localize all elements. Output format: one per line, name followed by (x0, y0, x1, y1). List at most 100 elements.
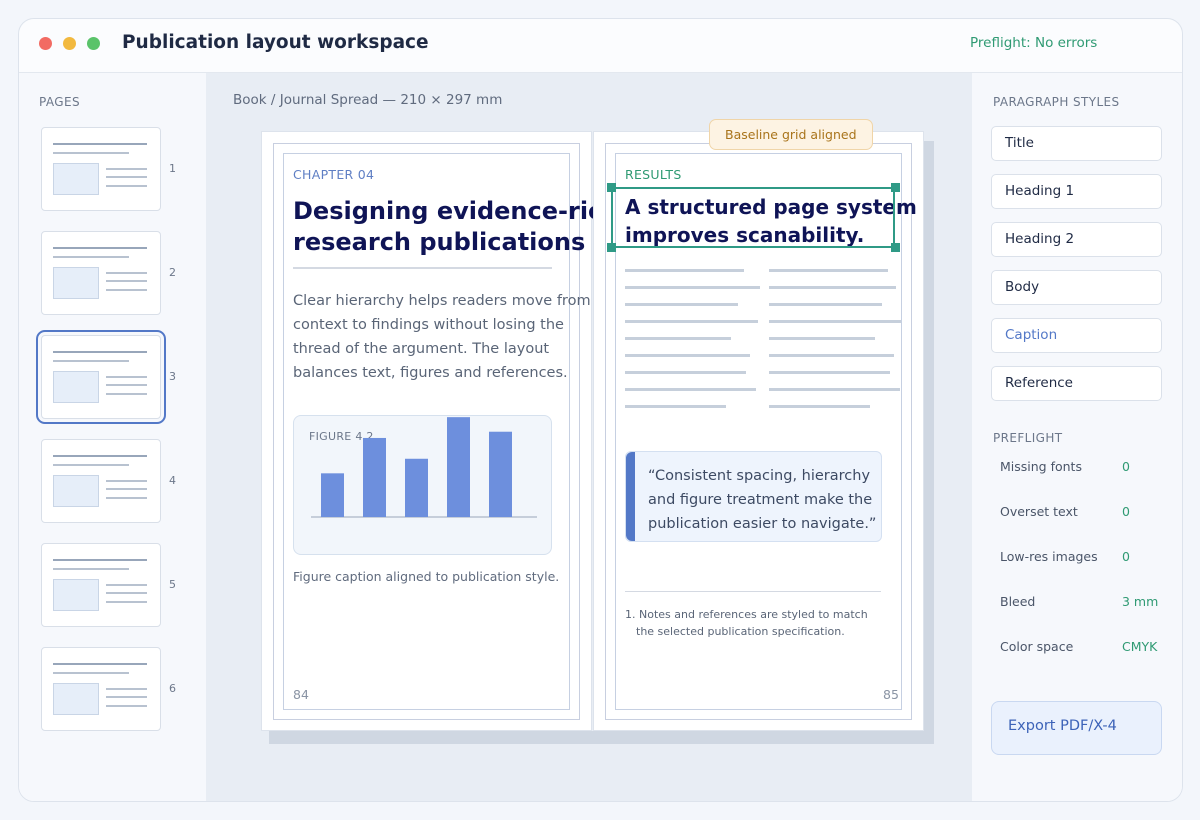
export-pdf-button[interactable]: Export PDF/X-4 (991, 701, 1162, 755)
title-bar: Publication layout workspace Preflight: … (19, 19, 1182, 73)
preflight-label: Low-res images (1000, 549, 1098, 564)
thumbnail-preview (106, 497, 147, 499)
placeholder-text-line (769, 354, 894, 357)
quote-text-line: and figure treatment make the (648, 492, 873, 508)
paragraph-style-item[interactable]: Body (991, 270, 1162, 305)
thumbnail-preview (53, 579, 99, 611)
page-shadow (269, 731, 602, 744)
preflight-status[interactable]: Preflight: No errors (970, 35, 1097, 51)
close-window-button[interactable] (39, 37, 52, 50)
paragraph-style-item[interactable]: Caption (991, 318, 1162, 353)
placeholder-text-line (625, 371, 746, 374)
thumbnail-preview (106, 688, 147, 690)
preflight-value: 3 mm (1122, 594, 1159, 609)
footnote-line[interactable]: 1. Notes and references are styled to ma… (625, 606, 868, 623)
styles-panel: PARAGRAPH STYLES Title Heading 1 Heading 2… (972, 73, 1182, 801)
body-text-line[interactable]: context to findings without losing the (293, 313, 564, 337)
thumbnail-preview (106, 376, 147, 378)
thumbnail-preview (53, 475, 99, 507)
layout-canvas[interactable]: Book / Journal Spread — 210 × 297 mm CHA… (206, 73, 972, 801)
pages-heading: PAGES (39, 95, 80, 109)
page-thumbnail[interactable] (41, 647, 161, 731)
placeholder-text-line (625, 405, 726, 408)
maximize-window-button[interactable] (87, 37, 100, 50)
body-text-line[interactable]: Clear hierarchy helps readers move from (293, 289, 591, 313)
thumbnail-preview (106, 289, 147, 291)
preflight-row: Bleed 3 mm (1000, 594, 1165, 614)
thumbnail-preview (53, 247, 147, 249)
page-thumbnail[interactable] (41, 543, 161, 627)
thumbnail-preview (53, 360, 129, 362)
pull-quote[interactable]: “Consistent spacing, hierarchy and figur… (625, 451, 882, 542)
thumbnail-preview (106, 176, 147, 178)
page-thumbnail[interactable] (36, 330, 166, 424)
figure-bar (447, 417, 470, 517)
figure-bar (321, 473, 344, 517)
thumbnail-preview (53, 143, 147, 145)
left-page[interactable]: CHAPTER 04 Designing evidence-rich resea… (261, 131, 619, 731)
page-thumbnail[interactable] (41, 231, 161, 315)
page-thumbnail[interactable] (41, 127, 161, 211)
thumbnail-preview (53, 152, 129, 154)
thumbnail-preview (106, 280, 147, 282)
quote-accent-bar (626, 452, 635, 541)
thumbnail-preview (53, 672, 129, 674)
section-label: RESULTS (625, 167, 682, 182)
figure-frame[interactable]: FIGURE 4.2 (293, 415, 552, 555)
resize-handle[interactable] (891, 183, 900, 192)
thumbnail-preview (106, 272, 147, 274)
footnote-line[interactable]: the selected publication specification. (636, 623, 845, 640)
placeholder-text-line (625, 320, 758, 323)
paragraph-styles-heading: PARAGRAPH STYLES (993, 95, 1120, 109)
page-heading-line1[interactable]: Designing evidence-rich (293, 196, 619, 227)
preflight-label: Overset text (1000, 504, 1078, 519)
body-text-line[interactable]: balances text, figures and references. (293, 361, 568, 385)
thumbnail-preview (106, 384, 147, 386)
thumbnail-preview (53, 683, 99, 715)
paragraph-style-item[interactable]: Heading 1 (991, 174, 1162, 209)
placeholder-text-line (625, 337, 731, 340)
thumbnail-preview (106, 480, 147, 482)
placeholder-text-line (769, 388, 900, 391)
quote-text-line: “Consistent spacing, hierarchy (648, 468, 871, 484)
thumbnail-preview (53, 256, 129, 258)
preflight-label: Missing fonts (1000, 459, 1082, 474)
paragraph-style-item[interactable]: Heading 2 (991, 222, 1162, 257)
baseline-grid-badge: Baseline grid aligned (709, 119, 873, 150)
figure-bar (405, 458, 428, 517)
resize-handle[interactable] (891, 243, 900, 252)
placeholder-text-line (625, 269, 744, 272)
thumbnail-preview (106, 168, 147, 170)
resize-handle[interactable] (607, 183, 616, 192)
preflight-row: Overset text 0 (1000, 504, 1165, 524)
right-page[interactable]: RESULTS A structured page system improve… (593, 131, 924, 731)
figure-bar-chart (311, 417, 537, 518)
thumbnail-preview (53, 568, 129, 570)
paragraph-style-item[interactable]: Title (991, 126, 1162, 161)
figure-caption[interactable]: Figure caption aligned to publication st… (293, 569, 559, 584)
thumbnail-preview (53, 559, 147, 561)
thumbnail-preview (53, 371, 99, 403)
page-number: 84 (293, 687, 309, 702)
placeholder-text-line (625, 354, 750, 357)
body-text-line[interactable]: thread of the argument. The layout (293, 337, 549, 361)
thumbnail-preview (53, 267, 99, 299)
thumbnail-preview (106, 584, 147, 586)
page-thumbnail[interactable] (41, 439, 161, 523)
resize-handle[interactable] (607, 243, 616, 252)
placeholder-text-line (625, 303, 738, 306)
minimize-window-button[interactable] (63, 37, 76, 50)
placeholder-text-line (769, 337, 875, 340)
placeholder-text-line (769, 320, 901, 323)
preflight-value: 0 (1122, 459, 1130, 474)
page-thumbnail-number: 6 (169, 682, 176, 695)
pages-panel: PAGES 1 2 3 4 5 6 (19, 73, 206, 801)
placeholder-text-line (769, 269, 888, 272)
preflight-row: Missing fonts 0 (1000, 459, 1165, 479)
page-shadow (923, 141, 934, 741)
page-heading-line2[interactable]: research publications (293, 227, 585, 258)
figure-bar (489, 431, 512, 517)
text-frame-selection[interactable] (611, 187, 895, 248)
chapter-label: CHAPTER 04 (293, 167, 375, 182)
paragraph-style-item[interactable]: Reference (991, 366, 1162, 401)
